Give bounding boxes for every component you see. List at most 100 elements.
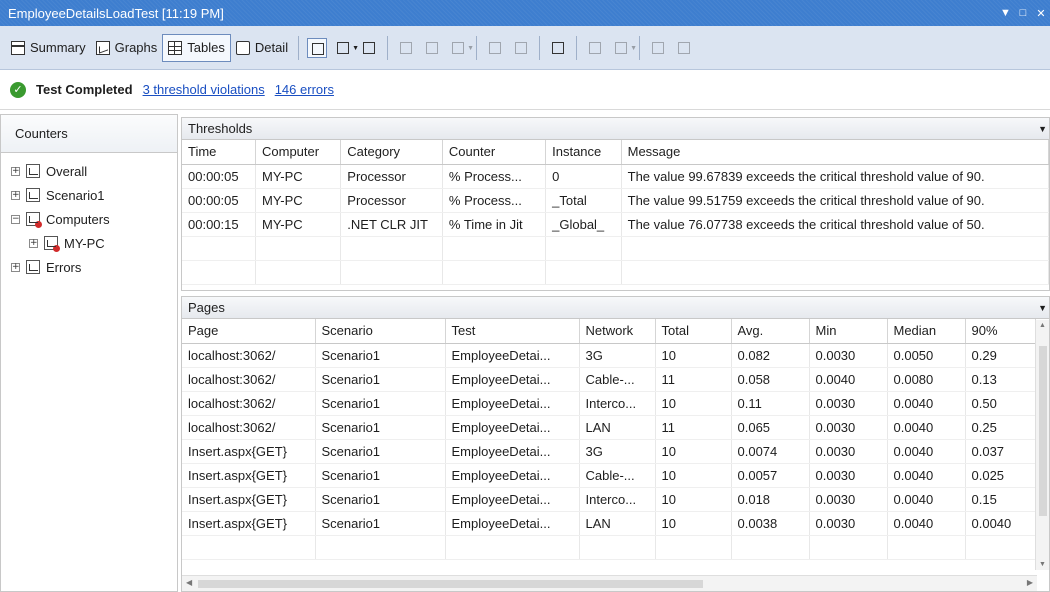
column-header[interactable]: Category <box>340 140 443 165</box>
table-row[interactable]: 00:00:05 MY-PC Processor% Process... 0 The v… <box>182 164 1049 189</box>
column-header[interactable]: Total <box>655 319 732 344</box>
scroll-right-icon[interactable]: ▶ <box>1027 578 1033 587</box>
threshold-violations-link[interactable]: 3 threshold violations <box>143 82 265 97</box>
save-icon[interactable] <box>648 38 668 58</box>
column-header[interactable]: 90% <box>965 319 1036 344</box>
tree-item-my-pc[interactable]: + MY-PC <box>11 231 177 255</box>
table-cell: Cable-... <box>579 367 656 392</box>
column-header[interactable]: Avg. <box>731 319 810 344</box>
table-row[interactable]: localhost:3062/Scenario1 EmployeeDetai...… <box>182 391 1036 416</box>
expand-icon[interactable]: + <box>11 190 20 200</box>
tree-item-computers[interactable]: − Computers <box>11 207 177 231</box>
column-header[interactable]: Computer <box>255 140 342 165</box>
empty-cell <box>442 236 547 261</box>
table-cell: 0 <box>545 164 622 189</box>
column-header[interactable]: Median <box>887 319 966 344</box>
column-header[interactable]: Network <box>579 319 656 344</box>
dropdown-arrow-icon[interactable]: ▼ <box>1000 7 1011 20</box>
table-cell: 0.13 <box>965 367 1036 392</box>
expand-icon[interactable]: + <box>11 166 20 176</box>
empty-cell <box>182 236 256 261</box>
report-icon[interactable] <box>548 38 568 58</box>
maximize-icon[interactable]: □ <box>1018 7 1028 20</box>
scroll-thumb[interactable] <box>1039 346 1047 516</box>
column-header[interactable]: Time <box>182 140 256 165</box>
add-counter-icon[interactable] <box>359 38 379 58</box>
table-row[interactable]: Insert.aspx{GET} Scenario1 EmployeeDetai..… <box>182 511 1036 536</box>
copy-icon[interactable] <box>396 38 416 58</box>
table-row[interactable]: localhost:3062/Scenario1 EmployeeDetai...… <box>182 343 1036 368</box>
table-row[interactable]: Insert.aspx{GET} Scenario1 EmployeeDetai..… <box>182 463 1036 488</box>
table-cell: 00:00:05 <box>182 188 256 213</box>
empty-cell <box>255 236 342 261</box>
table-cell: 0.0040 <box>887 463 966 488</box>
close-icon[interactable]: ✕ <box>1036 7 1046 20</box>
tree-item-scenario1[interactable]: + Scenario1 <box>11 183 177 207</box>
empty-row <box>182 260 1049 285</box>
summary-button[interactable]: Summary <box>6 34 91 62</box>
table-cell: % Process... <box>442 164 547 189</box>
collapse-icon[interactable]: − <box>11 214 20 224</box>
analyze-icon[interactable] <box>485 38 505 58</box>
check-icon: ✓ <box>10 81 26 98</box>
scroll-left-icon[interactable]: ◀ <box>186 578 192 587</box>
column-header[interactable]: Test <box>445 319 580 344</box>
table-cell: 0.0040 <box>887 511 966 536</box>
scroll-down-icon[interactable]: ▼ <box>1039 561 1046 568</box>
detail-icon <box>235 40 250 55</box>
show-graph-icon[interactable] <box>307 37 328 58</box>
scroll-thumb[interactable] <box>198 580 703 588</box>
table-cell: 0.0040 <box>887 487 966 512</box>
tree-item-label: MY-PC <box>64 235 105 251</box>
results-toolbar: Summary Graphs Tables Detail ▼ ▼ ▼ <box>0 26 1050 70</box>
graphs-label: Graphs <box>114 40 158 55</box>
expand-icon[interactable]: + <box>11 262 20 272</box>
table-row[interactable]: Insert.aspx{GET} Scenario1 EmployeeDetai..… <box>182 439 1036 464</box>
table-cell: 0.0040 <box>809 367 888 392</box>
table-cell: Scenario1 <box>315 439 446 464</box>
vertical-scrollbar[interactable]: ▲ ▼ <box>1035 320 1049 570</box>
panel-dropdown-icon[interactable]: ▼ <box>1038 124 1047 134</box>
horizontal-scrollbar[interactable]: ◀ ▶ <box>182 575 1037 591</box>
table-cell: localhost:3062/ <box>182 343 316 368</box>
table-cell: Scenario1 <box>315 415 446 440</box>
tree-item-overall[interactable]: + Overall <box>11 159 177 183</box>
empty-cell <box>182 535 316 560</box>
settings-icon[interactable]: ▼ <box>448 38 474 58</box>
column-header[interactable]: Counter <box>442 140 547 165</box>
column-header[interactable]: Scenario <box>315 319 446 344</box>
detail-button[interactable]: Detail <box>231 34 293 62</box>
table-cell: 10 <box>655 343 732 368</box>
toolbar-separator <box>576 35 578 60</box>
tables-button[interactable]: Tables <box>162 33 231 62</box>
panel-dropdown-icon[interactable]: ▼ <box>1038 303 1047 313</box>
export-excel-icon[interactable] <box>585 38 605 58</box>
column-header[interactable]: Page <box>182 319 316 344</box>
table-row[interactable]: 00:00:15 MY-PC .NET CLR JIT% Time in Jit _G… <box>182 212 1049 237</box>
scroll-up-icon[interactable]: ▲ <box>1039 322 1046 329</box>
link-icon[interactable] <box>674 38 694 58</box>
graphs-button[interactable]: Graphs <box>91 34 163 62</box>
tree-item-errors[interactable]: + Errors <box>11 255 177 279</box>
table-row[interactable]: localhost:3062/Scenario1 EmployeeDetai...… <box>182 367 1036 392</box>
table-cell: % Process... <box>442 188 547 213</box>
table-cell: 10 <box>655 463 732 488</box>
table-row[interactable]: Insert.aspx{GET} Scenario1 EmployeeDetai..… <box>182 487 1036 512</box>
table-row[interactable]: 00:00:05 MY-PC Processor% Process... _Total… <box>182 188 1049 213</box>
table-row[interactable]: localhost:3062/Scenario1 EmployeeDetai...… <box>182 415 1036 440</box>
column-header[interactable]: Instance <box>545 140 622 165</box>
table-cell: 0.025 <box>965 463 1036 488</box>
empty-cell <box>655 535 732 560</box>
toolbar-separator <box>387 35 389 60</box>
column-header[interactable]: Min <box>809 319 888 344</box>
panel-layout-icon[interactable]: ▼ <box>333 38 359 58</box>
delete-icon[interactable] <box>422 38 442 58</box>
compare-icon[interactable] <box>511 38 531 58</box>
errors-link[interactable]: 146 errors <box>275 82 334 97</box>
import-icon[interactable]: ▼ <box>611 38 637 58</box>
expand-icon[interactable]: + <box>29 238 38 248</box>
table-cell: 11 <box>655 367 732 392</box>
table-cell: 0.018 <box>731 487 810 512</box>
table-cell: 0.0080 <box>887 367 966 392</box>
column-header[interactable]: Message <box>621 140 1049 165</box>
